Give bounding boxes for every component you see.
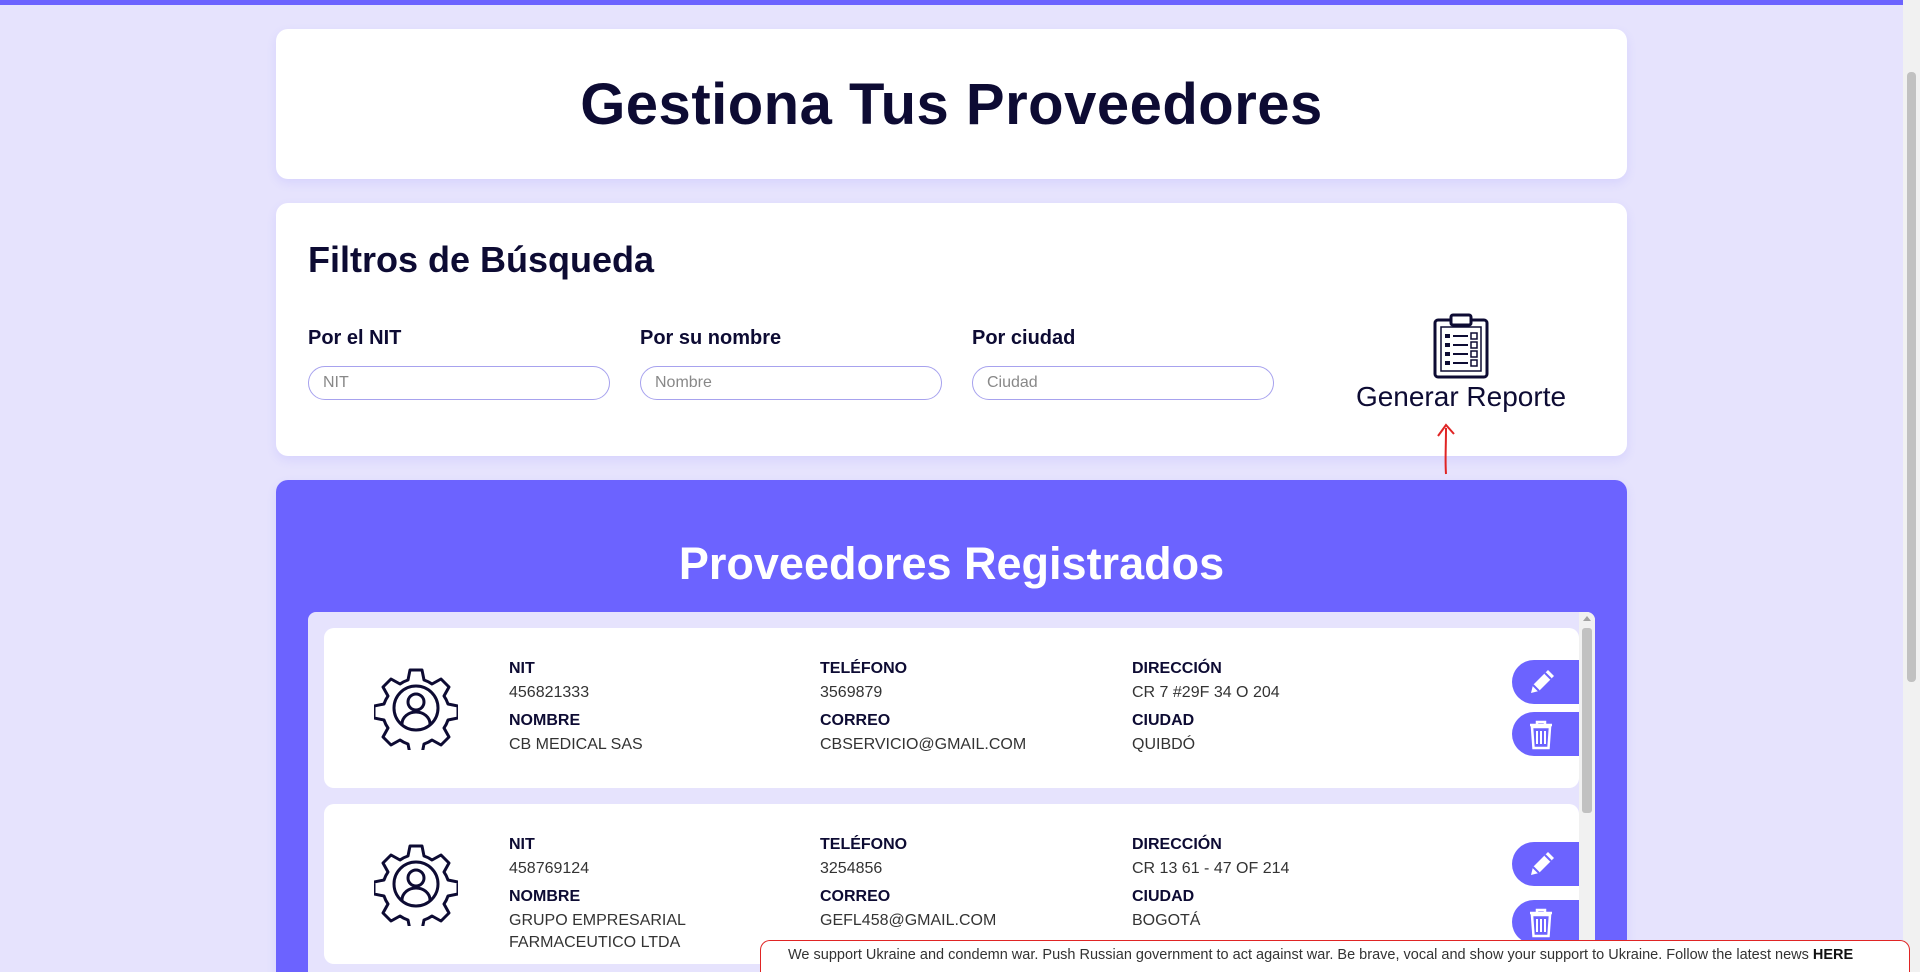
- phone-label: TELÉFONO: [820, 660, 908, 677]
- provider-city: CIUDAD BOGOTÁ: [1132, 888, 1412, 932]
- delete-button[interactable]: [1512, 900, 1582, 944]
- provider-address: DIRECCIÓN CR 13 61 - 47 OF 214: [1132, 836, 1412, 880]
- providers-list-scrollbar[interactable]: [1579, 612, 1595, 972]
- header-card: Gestiona Tus Proveedores: [276, 29, 1627, 179]
- city-label: CIUDAD: [1132, 712, 1195, 729]
- city-value: BOGOTÁ: [1132, 912, 1201, 929]
- providers-list-scroll-thumb[interactable]: [1582, 628, 1592, 813]
- filters-title: Filtros de Búsqueda: [308, 239, 655, 280]
- address-label: DIRECCIÓN: [1132, 836, 1222, 853]
- page-scroll-thumb[interactable]: [1907, 72, 1916, 682]
- filters-card: Filtros de Búsqueda Por el NIT Por su no…: [276, 203, 1627, 456]
- provider-card: NIT 456821333 NOMBRE CB MEDICAL SAS TELÉ…: [324, 628, 1582, 788]
- name-value: CB MEDICAL SAS: [509, 736, 643, 753]
- provider-city: CIUDAD QUIBDÓ: [1132, 712, 1412, 756]
- page-scrollbar[interactable]: [1903, 0, 1920, 972]
- city-value: QUIBDÓ: [1132, 736, 1196, 753]
- generate-report-label: Generar Reporte: [1355, 381, 1567, 412]
- filter-nit-label: Por el NIT: [308, 327, 402, 349]
- clipboard-icon: [1433, 313, 1489, 379]
- nit-value: 456821333: [509, 684, 590, 701]
- email-label: CORREO: [820, 712, 891, 729]
- filter-name: Por su nombre: [640, 327, 942, 400]
- name-input[interactable]: [640, 366, 942, 400]
- email-value: GEFL458@GMAIL.COM: [820, 912, 997, 929]
- trash-icon: [1530, 720, 1552, 750]
- name-label: NOMBRE: [509, 712, 581, 729]
- provider-gear-avatar-icon: [374, 668, 458, 750]
- city-label: CIUDAD: [1132, 888, 1195, 905]
- provider-name: NOMBRE CB MEDICAL SAS: [509, 712, 789, 756]
- provider-phone: TELÉFONO 3569879: [820, 660, 1100, 704]
- nit-label: NIT: [509, 660, 535, 677]
- provider-nit: NIT 458769124: [509, 836, 789, 880]
- annotation-arrow-icon: [1437, 423, 1455, 475]
- nit-value: 458769124: [509, 860, 590, 877]
- filter-nit: Por el NIT: [308, 327, 610, 400]
- provider-name: NOMBRE GRUPO EMPRESARIAL FARMACEUTICO LT…: [509, 888, 709, 954]
- edit-button[interactable]: [1512, 842, 1582, 886]
- providers-card: Proveedores Registrados NIT 456821333 NO…: [276, 480, 1627, 972]
- provider-phone: TELÉFONO 3254856: [820, 836, 1100, 880]
- address-label: DIRECCIÓN: [1132, 660, 1222, 677]
- nit-input[interactable]: [308, 366, 610, 400]
- provider-email: CORREO CBSERVICIO@GMAIL.COM: [820, 712, 1100, 756]
- name-value: GRUPO EMPRESARIAL FARMACEUTICO LTDA: [509, 912, 686, 951]
- filter-city: Por ciudad: [972, 327, 1274, 400]
- city-input[interactable]: [972, 366, 1274, 400]
- address-value: CR 7 #29F 34 O 204: [1132, 684, 1280, 701]
- generate-report-button[interactable]: Generar Reporte: [1346, 313, 1576, 423]
- trash-icon: [1530, 908, 1552, 938]
- page-title: Gestiona Tus Proveedores: [580, 71, 1323, 137]
- ukraine-support-banner: We support Ukraine and condemn war. Push…: [760, 940, 1910, 972]
- filter-name-label: Por su nombre: [640, 327, 782, 349]
- filter-city-label: Por ciudad: [972, 327, 1076, 349]
- email-value: CBSERVICIO@GMAIL.COM: [820, 736, 1027, 753]
- provider-address: DIRECCIÓN CR 7 #29F 34 O 204: [1132, 660, 1412, 704]
- scroll-up-arrow-icon[interactable]: [1583, 616, 1591, 621]
- providers-list[interactable]: NIT 456821333 NOMBRE CB MEDICAL SAS TELÉ…: [308, 612, 1595, 972]
- email-label: CORREO: [820, 888, 891, 905]
- top-accent-bar: [0, 0, 1920, 5]
- name-label: NOMBRE: [509, 888, 581, 905]
- providers-title: Proveedores Registrados: [678, 538, 1225, 589]
- provider-nit: NIT 456821333: [509, 660, 789, 704]
- delete-button[interactable]: [1512, 712, 1582, 756]
- banner-text: We support Ukraine and condemn war. Push…: [788, 947, 1809, 963]
- edit-button[interactable]: [1512, 660, 1582, 704]
- phone-value: 3569879: [820, 684, 883, 701]
- provider-email: CORREO GEFL458@GMAIL.COM: [820, 888, 1100, 932]
- phone-label: TELÉFONO: [820, 836, 908, 853]
- banner-link[interactable]: HERE: [1813, 947, 1853, 963]
- pencil-icon: [1531, 852, 1554, 875]
- phone-value: 3254856: [820, 860, 883, 877]
- pencil-icon: [1531, 670, 1554, 693]
- address-value: CR 13 61 - 47 OF 214: [1132, 860, 1290, 877]
- nit-label: NIT: [509, 836, 535, 853]
- provider-gear-avatar-icon: [374, 844, 458, 926]
